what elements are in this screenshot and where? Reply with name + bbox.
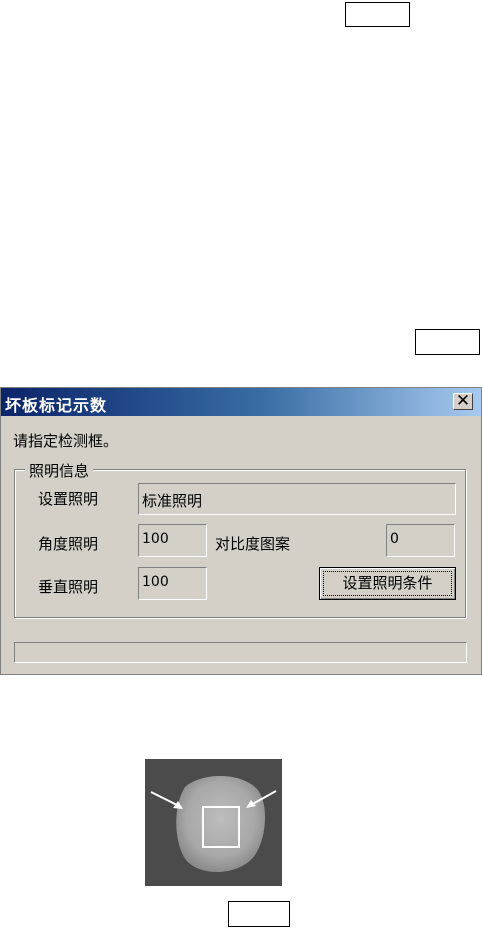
angle-lighting-field: 100 xyxy=(138,524,207,557)
setting-lighting-label: 设置照明 xyxy=(38,490,99,508)
instruction-text: 请指定检测框。 xyxy=(13,432,119,450)
mark-blob xyxy=(176,776,266,873)
board-mark-photo xyxy=(145,759,282,886)
set-lighting-conditions-button[interactable]: 设置照明条件 xyxy=(319,567,456,600)
bad-board-mark-dialog: 坏板标记示数 ✕ 请指定检测框。 照明信息 设置照明 标准照明 角度照明 100… xyxy=(0,387,482,675)
vertical-lighting-label: 垂直照明 xyxy=(38,578,99,596)
vertical-lighting-field: 100 xyxy=(138,567,207,600)
contrast-pattern-label: 对比度图案 xyxy=(215,535,291,553)
close-button[interactable]: ✕ xyxy=(453,391,473,411)
group-title: 照明信息 xyxy=(25,460,94,481)
label-box-middle xyxy=(415,329,480,355)
contrast-pattern-field: 0 xyxy=(386,524,455,557)
setting-lighting-field: 标准照明 xyxy=(138,483,456,515)
title-bar: 坏板标记示数 ✕ xyxy=(1,388,481,416)
angle-lighting-label: 角度照明 xyxy=(38,535,99,553)
status-bar xyxy=(14,642,467,663)
dialog-title: 坏板标记示数 xyxy=(5,396,108,415)
inspection-image xyxy=(145,759,282,886)
close-icon: ✕ xyxy=(455,391,471,411)
label-box-bottom xyxy=(228,901,290,927)
label-box-top xyxy=(345,2,410,27)
set-lighting-conditions-label: 设置照明条件 xyxy=(342,574,433,592)
